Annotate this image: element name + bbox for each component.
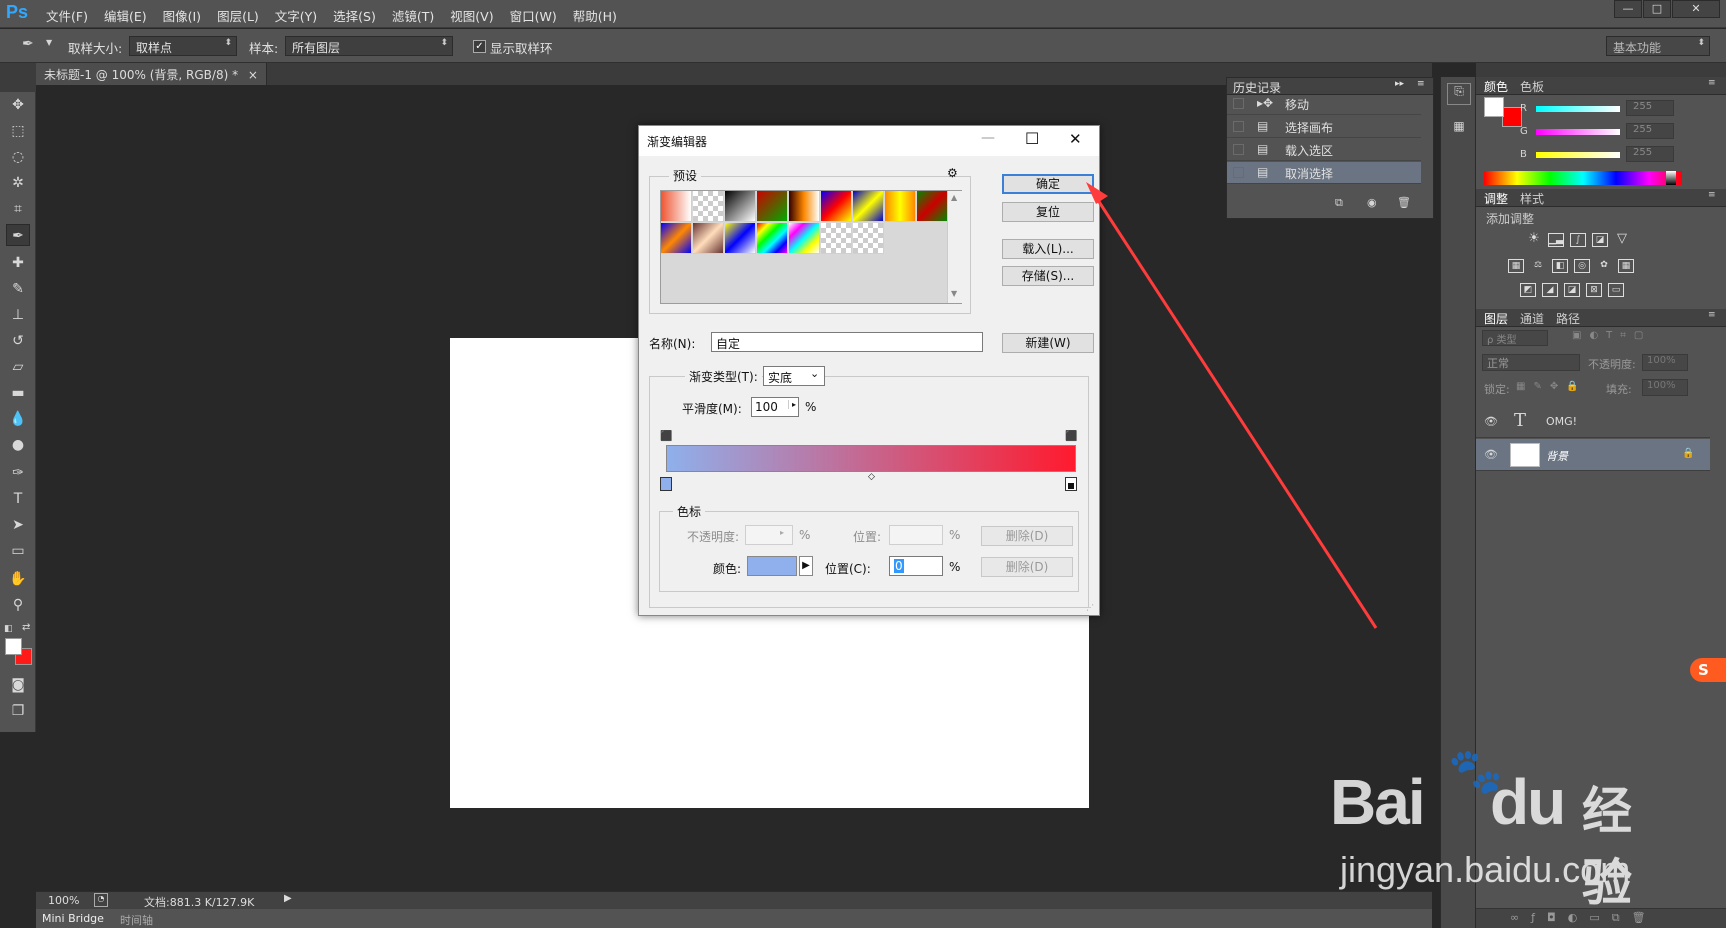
arrow-head	[1086, 182, 1108, 204]
watermark-product: 经验	[1582, 782, 1632, 912]
arrow-shaft	[1092, 193, 1378, 629]
watermark-brand: Bai	[1330, 766, 1426, 838]
watermark-brand-du: du	[1490, 766, 1566, 838]
sogou-ime-icon[interactable]: S	[1690, 658, 1726, 682]
watermark-url: jingyan.baidu.com	[1340, 849, 1631, 890]
photoshop-window: Ps 文件(F) 编辑(E) 图像(I) 图层(L) 文字(Y) 选择(S) 滤…	[0, 0, 1726, 928]
